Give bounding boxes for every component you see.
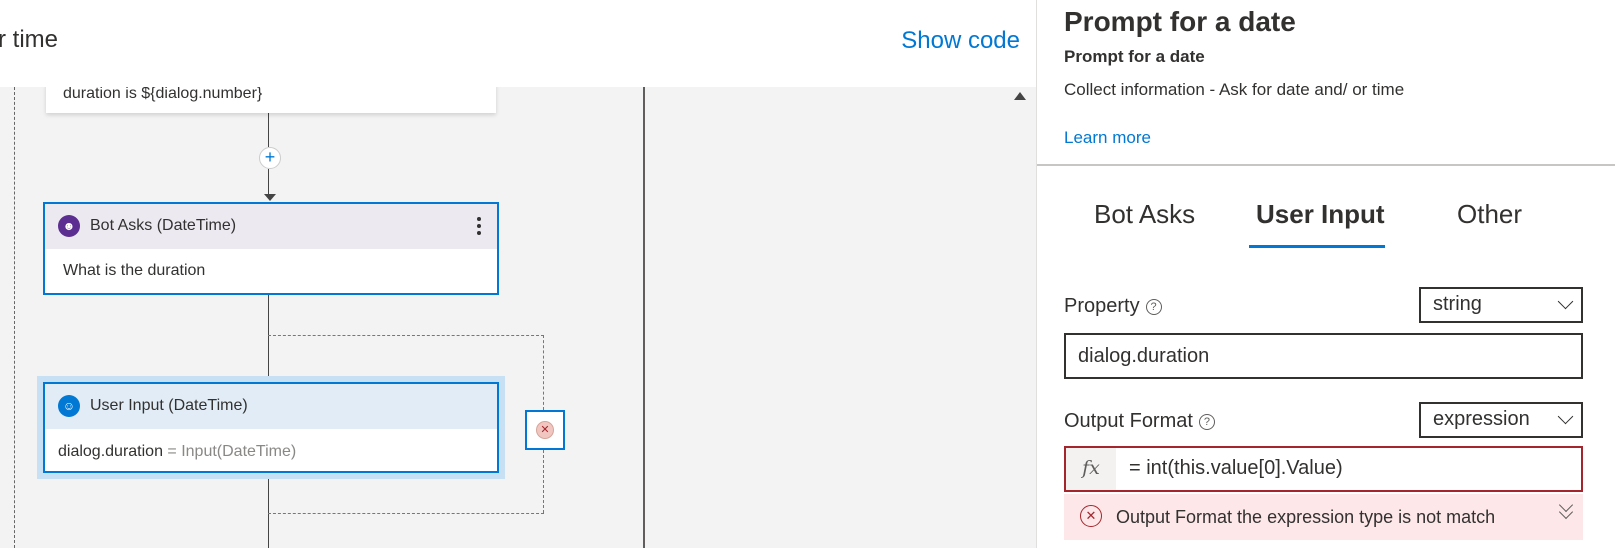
more-options-icon[interactable] (477, 214, 481, 238)
tab-user-input[interactable]: User Input (1256, 199, 1385, 230)
output-format-type-select[interactable]: expression (1419, 402, 1583, 438)
show-code-link[interactable]: Show code (901, 27, 1020, 55)
error-circle-icon: ✕ (1080, 505, 1102, 527)
loop-dash (543, 450, 544, 513)
help-icon[interactable]: ? (1198, 414, 1215, 430)
invalid-prompt-node[interactable]: ✕ (525, 410, 565, 450)
tab-other[interactable]: Other (1457, 199, 1522, 230)
expression-text: = int(this.value[0].Value) (1129, 457, 1343, 479)
user-input-title: User Input (DateTime) (90, 397, 248, 414)
loop-dash (268, 335, 544, 336)
property-panel: Prompt for a date Prompt for a date Coll… (1036, 0, 1615, 548)
app-root: duration is ${dialog.number} + ☻ Bot Ask… (0, 0, 1615, 548)
user-icon: ☺ (58, 395, 80, 417)
user-input-property: dialog.duration (58, 443, 163, 460)
error-message: Output Format the expression type is not… (1116, 507, 1496, 527)
previous-node[interactable]: duration is ${dialog.number} (46, 83, 496, 113)
output-format-label-text: Output Format (1064, 410, 1193, 432)
chevron-down-icon (1557, 408, 1574, 425)
expand-chevron-icon[interactable] (1558, 497, 1574, 520)
previous-node-text: duration is ${dialog.number} (63, 85, 263, 102)
scroll-up-icon[interactable] (1014, 92, 1026, 100)
outer-flow-dash (14, 87, 15, 548)
panel-description: Collect information - Ask for date and/ … (1064, 80, 1405, 99)
bot-asks-header: ☻ Bot Asks (DateTime) (45, 204, 497, 249)
help-icon[interactable]: ? (1145, 299, 1162, 315)
bot-asks-title: Bot Asks (DateTime) (90, 217, 237, 234)
dialog-title: r time (0, 26, 58, 53)
property-label-text: Property (1064, 295, 1140, 317)
error-message-bar: ✕ Output Format the expression type is n… (1064, 494, 1583, 540)
loop-dash (543, 335, 544, 410)
panel-title: Prompt for a date (1064, 6, 1296, 37)
user-input-node[interactable]: ☺ User Input (DateTime) dialog.duration … (43, 382, 499, 473)
loop-dash (268, 513, 544, 514)
user-input-header: ☺ User Input (DateTime) (45, 384, 497, 429)
flow-line (268, 113, 269, 147)
canvas-header: r time Show code (0, 0, 1036, 87)
property-input[interactable]: dialog.duration (1064, 333, 1583, 379)
function-icon: fx (1066, 448, 1116, 490)
flow-arrow (264, 194, 276, 201)
bot-icon: ☻ (58, 215, 80, 237)
user-input-body: dialog.duration = Input(DateTime) (58, 443, 296, 461)
flow-line (268, 169, 269, 195)
output-format-expression-input[interactable]: fx = int(this.value[0].Value) (1064, 446, 1583, 492)
property-label: Property? (1064, 295, 1162, 318)
property-type-select[interactable]: string (1419, 287, 1583, 323)
add-node-button[interactable]: + (259, 147, 281, 169)
learn-more-link[interactable]: Learn more (1064, 128, 1151, 148)
error-circle-icon: ✕ (536, 421, 554, 439)
active-tab-indicator (1249, 245, 1385, 248)
property-type-value: string (1433, 293, 1482, 315)
bot-asks-node[interactable]: ☻ Bot Asks (DateTime) What is the durati… (43, 202, 499, 295)
panel-subtitle: Prompt for a date (1064, 47, 1205, 66)
bot-asks-body: What is the duration (63, 262, 206, 279)
tab-bot-asks[interactable]: Bot Asks (1094, 199, 1195, 230)
canvas-divider (643, 87, 645, 548)
authoring-canvas[interactable]: duration is ${dialog.number} + ☻ Bot Ask… (0, 0, 1036, 548)
user-input-expression: = Input(DateTime) (162, 443, 297, 460)
chevron-down-icon (1557, 293, 1574, 310)
output-format-label: Output Format? (1064, 410, 1215, 433)
panel-divider (1037, 164, 1615, 166)
output-format-type-value: expression (1433, 408, 1530, 430)
